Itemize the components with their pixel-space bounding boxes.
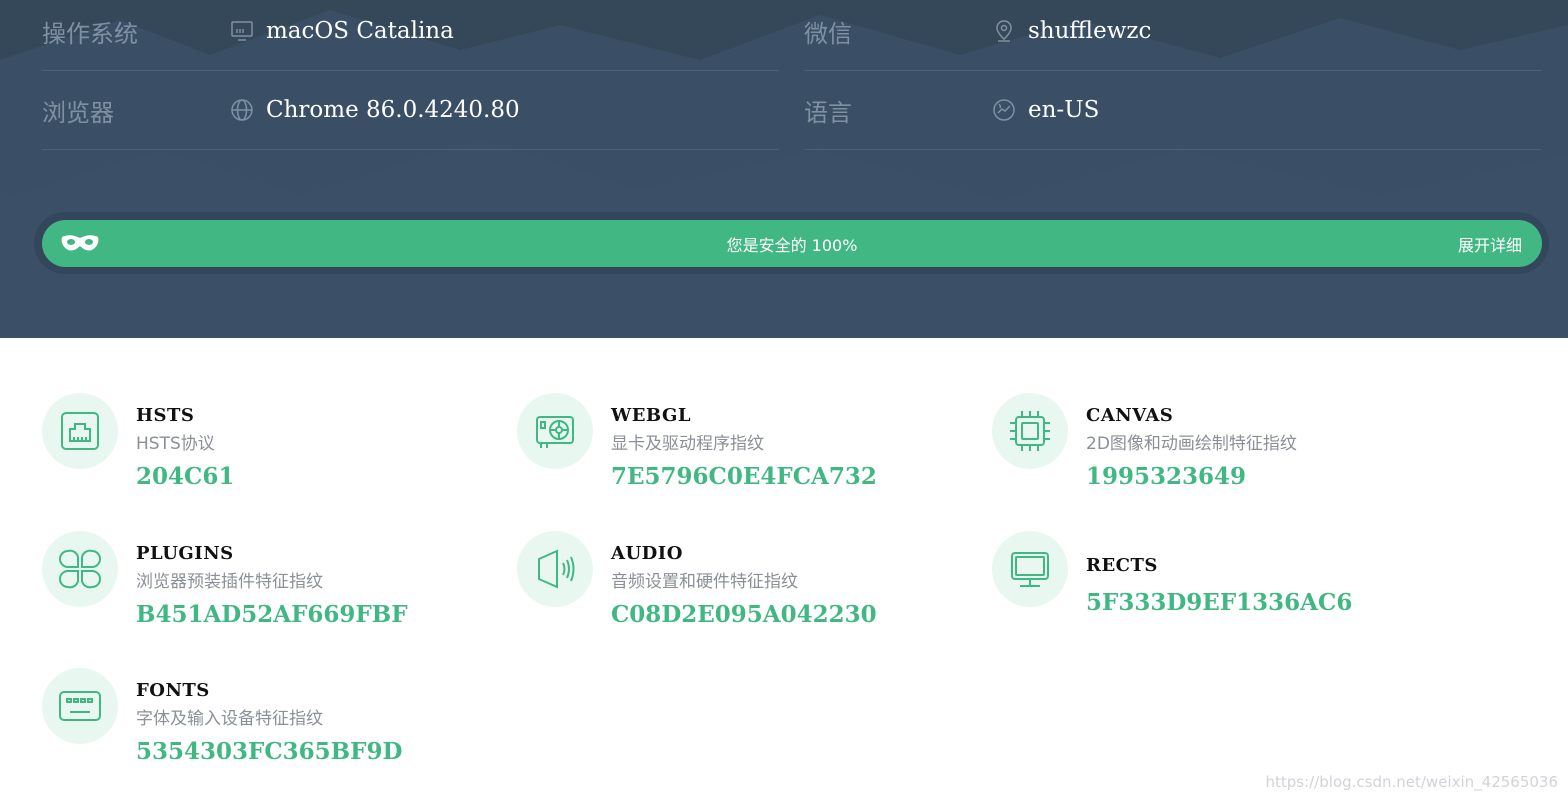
monitor-screen-icon — [1011, 552, 1049, 587]
fingerprint-card-webgl: WEBGL 显卡及驱动程序指纹 7E5796C0E4FCA732 — [517, 393, 977, 503]
card-title: FONTS — [136, 680, 210, 701]
os-value: macOS Catalina — [266, 18, 454, 44]
monitor-icon — [231, 21, 253, 41]
plugins-grid-icon — [59, 549, 101, 589]
browser-row: 浏览器 Chrome 86.0.4240.80 — [42, 71, 779, 150]
card-icon-circle — [42, 531, 118, 607]
browser-value: Chrome 86.0.4240.80 — [266, 97, 520, 123]
ethernet-port-icon — [61, 412, 99, 450]
card-hash: 5F333D9EF1336AC6 — [1086, 589, 1353, 616]
card-title: PLUGINS — [136, 543, 234, 564]
card-icon-circle — [992, 531, 1068, 607]
language-row: 语言 en-US — [804, 71, 1541, 150]
card-hash: 5354303FC365BF9D — [136, 738, 403, 765]
card-description: 2D图像和动画绘制特征指纹 — [1086, 434, 1297, 454]
safe-status-text: 您是安全的 100% — [726, 235, 858, 255]
card-icon-circle — [42, 668, 118, 744]
card-title: HSTS — [136, 405, 195, 426]
language-label: 语言 — [804, 98, 852, 127]
fingerprint-card-canvas: CANVAS 2D图像和动画绘制特征指纹 1995323649 — [992, 393, 1452, 503]
keyboard-icon — [59, 691, 101, 721]
os-row: 操作系统 macOS Catalina — [42, 0, 779, 71]
os-label: 操作系统 — [42, 19, 138, 48]
graphics-card-icon — [536, 416, 574, 448]
fingerprint-card-fonts: FONTS 字体及输入设备特征指纹 5354303FC365BF9D — [42, 668, 502, 778]
card-icon-circle — [517, 531, 593, 607]
card-icon-circle — [517, 393, 593, 469]
card-hash: 7E5796C0E4FCA732 — [611, 463, 877, 490]
card-title: AUDIO — [611, 543, 683, 564]
language-value: en-US — [1028, 97, 1100, 123]
safe-status-bar: 您是安全的 100% 展开详细 — [42, 220, 1542, 267]
wechat-label: 微信 — [804, 19, 852, 48]
browser-label: 浏览器 — [42, 98, 114, 127]
wechat-value: shufflewzc — [1028, 18, 1152, 44]
card-description: 音频设置和硬件特征指纹 — [611, 572, 798, 592]
fingerprint-card-rects: RECTS 5F333D9EF1336AC6 — [992, 531, 1452, 641]
card-description: 显卡及驱动程序指纹 — [611, 434, 764, 454]
fingerprint-card-hsts: HSTS HSTS协议 204C61 — [42, 393, 502, 503]
fingerprint-card-plugins: PLUGINS 浏览器预装插件特征指纹 B451AD52AF669FBF — [42, 531, 502, 641]
cpu-chip-icon — [1010, 411, 1050, 451]
card-description: 字体及输入设备特征指纹 — [136, 709, 323, 729]
card-title: WEBGL — [611, 405, 692, 426]
speaker-icon — [538, 549, 575, 589]
card-hash: C08D2E095A042230 — [611, 601, 877, 628]
card-hash: 204C61 — [136, 463, 235, 490]
expand-details-button[interactable]: 展开详细 — [1458, 220, 1522, 267]
globe-icon — [231, 99, 253, 121]
card-hash: B451AD52AF669FBF — [136, 601, 408, 628]
card-icon-circle — [42, 393, 118, 469]
header-panel: 操作系统 macOS Catalina 微信 shufflewzc 浏览器 Ch… — [0, 0, 1568, 338]
card-description: HSTS协议 — [136, 434, 215, 454]
card-title: CANVAS — [1086, 405, 1174, 426]
location-pin-icon — [996, 20, 1012, 42]
card-description: 浏览器预装插件特征指纹 — [136, 572, 323, 592]
fingerprint-card-audio: AUDIO 音频设置和硬件特征指纹 C08D2E095A042230 — [517, 531, 977, 641]
language-icon — [993, 99, 1015, 121]
wechat-row: 微信 shufflewzc — [804, 0, 1541, 71]
watermark: https://blog.csdn.net/weixin_42565036 — [1265, 773, 1558, 791]
card-icon-circle — [992, 393, 1068, 469]
card-title: RECTS — [1086, 555, 1158, 576]
card-hash: 1995323649 — [1086, 463, 1247, 490]
